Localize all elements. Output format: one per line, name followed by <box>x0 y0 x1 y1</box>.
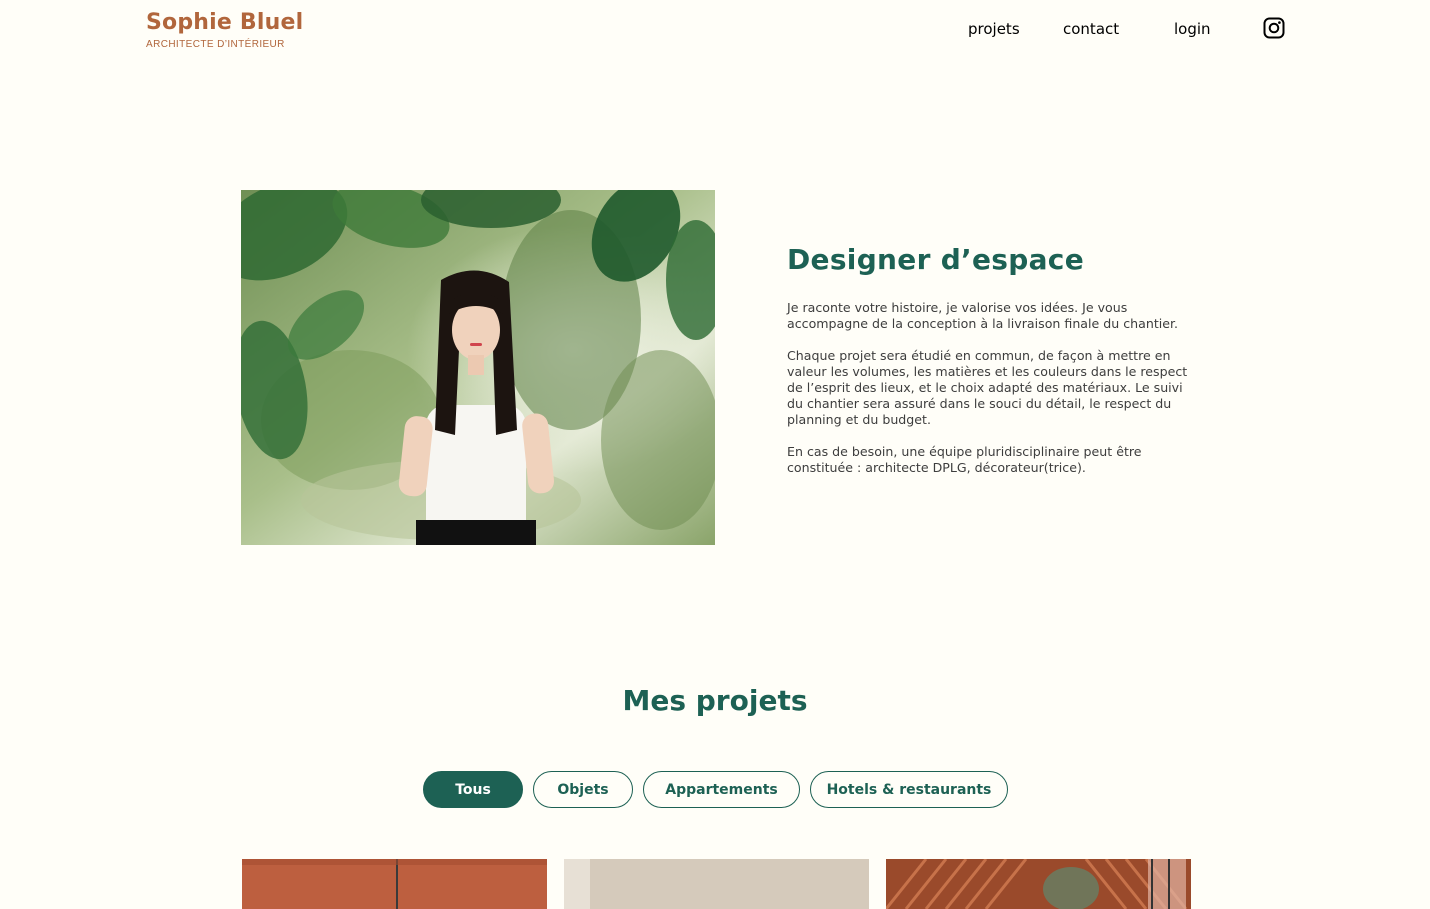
intro-paragraph: En cas de besoin, une équipe pluridiscip… <box>787 444 1142 475</box>
nav-projets[interactable]: projets <box>968 19 1020 39</box>
nav-login[interactable]: login <box>1174 19 1211 39</box>
project-thumbnail[interactable] <box>564 859 869 909</box>
filter-appartements-button[interactable]: Appartements <box>643 771 800 808</box>
intro-title: Designer d’espace <box>787 243 1084 276</box>
intro-paragraph: Chaque projet sera étudié en commun, de … <box>787 348 1188 427</box>
project-filters: Tous Objets Appartements Hotels & restau… <box>0 771 1430 809</box>
filter-objets-button[interactable]: Objets <box>533 771 633 808</box>
page: Sophie Bluel ARCHITECTE D’INTÉRIEUR proj… <box>0 0 1430 909</box>
main-nav: projets contact login <box>0 19 1430 43</box>
projects-title: Mes projets <box>622 684 808 717</box>
portrait-photo <box>241 190 715 545</box>
instagram-icon[interactable] <box>1263 17 1285 39</box>
filter-hotels-restaurants-button[interactable]: Hotels & restaurants <box>810 771 1008 808</box>
filter-tous-button[interactable]: Tous <box>423 771 523 808</box>
project-thumbnail[interactable] <box>242 859 547 909</box>
project-thumbnail[interactable] <box>886 859 1191 909</box>
nav-contact[interactable]: contact <box>1063 19 1119 39</box>
intro-paragraph: Je raconte votre histoire, je valorise v… <box>787 300 1179 331</box>
intro-text: Je raconte votre histoire, je valorise v… <box>787 300 1193 492</box>
